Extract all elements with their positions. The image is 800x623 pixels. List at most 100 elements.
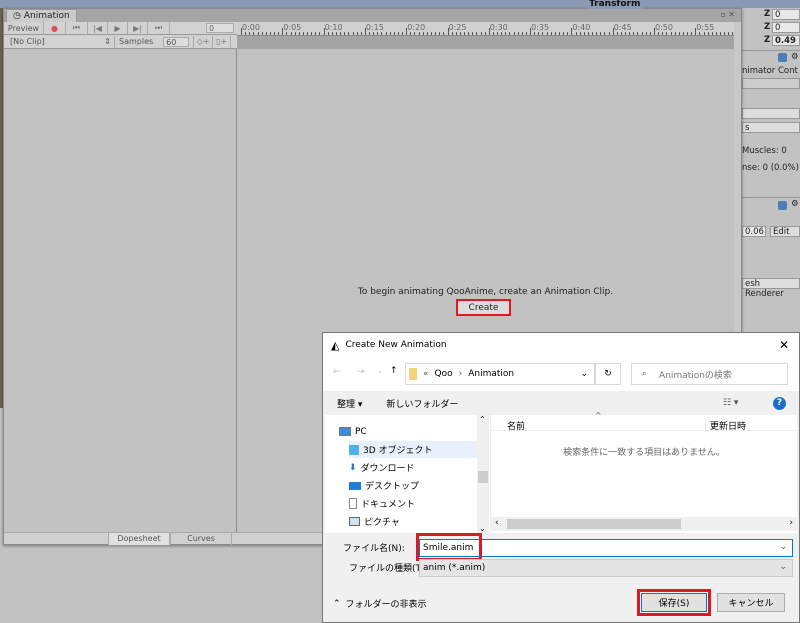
tree-item-documents[interactable]: ドキュメント	[349, 495, 415, 512]
cancel-button[interactable]: キャンセル	[717, 593, 785, 612]
settings-icon[interactable]: ⚙	[791, 52, 799, 62]
chevron-down-icon[interactable]: ⌄	[580, 369, 588, 379]
tree-item-pictures[interactable]: ピクチャ	[349, 513, 400, 530]
tree-item-downloads[interactable]: ⬇ ダウンロード	[349, 459, 415, 476]
ruler-tick-mark	[728, 32, 730, 35]
address-bar[interactable]: « Qoo › Animation ⌄	[405, 363, 595, 385]
play-button[interactable]: ▶	[108, 22, 128, 34]
edit-button[interactable]: Edit	[770, 226, 800, 237]
recent-dropdown-icon[interactable]: ⌄	[377, 367, 383, 375]
create-clip-button[interactable]: Create	[456, 299, 511, 316]
timeline-ruler[interactable]: 0:00 0:05 0:10 0:15 0:20 0:25 0:30 0:35 0:40 0:45…	[237, 22, 734, 36]
tree-item-3d-objects[interactable]: 3D オブジェクト	[349, 441, 477, 458]
mesh-renderer-header[interactable]: esh Renderer	[742, 278, 800, 299]
next-keyframe-button[interactable]: ▶|	[128, 22, 148, 34]
scale-z-field[interactable]: 0.49	[772, 35, 800, 46]
up-icon[interactable]: ↑	[390, 366, 398, 376]
ruler-tick-mark	[323, 28, 325, 35]
back-icon[interactable]: ←	[333, 367, 341, 377]
last-keyframe-button[interactable]: ⏭	[148, 22, 170, 34]
ruler-tick-mark	[505, 32, 507, 35]
tab-curves[interactable]: Curves	[170, 533, 232, 545]
tree-item-pc[interactable]: PC	[339, 423, 367, 440]
samples-field[interactable]: 60	[163, 36, 190, 47]
ruler-tick-mark	[707, 32, 709, 35]
help-icon[interactable]	[778, 53, 787, 62]
ruler-tick-mark	[600, 32, 602, 35]
position-z-field[interactable]: 0	[772, 9, 800, 20]
forward-icon[interactable]: →	[357, 367, 365, 377]
frame-field[interactable]: 0	[206, 23, 234, 33]
help-icon[interactable]	[778, 201, 787, 210]
ruler-tick-mark	[344, 32, 346, 35]
ruler-tick-mark	[670, 32, 672, 35]
new-folder-button[interactable]: 新しいフォルダー	[386, 397, 458, 410]
search-input[interactable]: ⌕ Animationの検索	[631, 363, 788, 385]
prev-keyframe-button[interactable]: |◀	[88, 22, 108, 34]
ruler-tick-label: 0:00	[242, 23, 260, 32]
hscroll-thumb[interactable]	[507, 519, 681, 529]
ruler-tick-mark	[249, 32, 251, 35]
tab-dopesheet[interactable]: Dopesheet	[108, 533, 170, 545]
ruler-tick-mark	[468, 32, 470, 35]
rotation-z-field[interactable]: 0	[772, 22, 800, 33]
ruler-tick-mark	[443, 32, 445, 35]
scroll-right-icon: ›	[789, 518, 793, 528]
tree-scroll-thumb[interactable]	[478, 471, 488, 483]
ruler-tick-label: 0:40	[572, 23, 591, 32]
close-icon[interactable]: ✕	[728, 10, 735, 19]
value-field[interactable]: 0.06	[742, 226, 766, 237]
property-list-panel	[4, 49, 237, 532]
chevron-down-icon[interactable]: ⌄	[779, 562, 787, 572]
ruler-tick-mark	[682, 32, 684, 35]
tab-animation[interactable]: ◷ Animation	[6, 9, 77, 22]
column-name[interactable]: 名前	[507, 419, 525, 432]
maximize-icon[interactable]: ▫	[720, 10, 725, 19]
tree-item-desktop[interactable]: デスクトップ	[349, 477, 419, 494]
breadcrumb-overflow: «	[423, 369, 429, 379]
save-button[interactable]: 保存(S)	[641, 593, 707, 612]
breadcrumb-animation[interactable]: Animation	[468, 369, 514, 379]
ruler-tick-mark	[633, 32, 635, 35]
preview-button[interactable]: Preview	[4, 22, 44, 34]
ruler-tick-mark	[290, 32, 292, 35]
command-bar: 整理 ▾ 新しいフォルダー ☷ ▾ ?	[323, 391, 799, 415]
file-list-hscrollbar[interactable]: ‹ ›	[491, 517, 797, 531]
ruler-tick-mark	[340, 32, 342, 35]
dialog-title: Create New Animation	[345, 340, 447, 350]
clip-select[interactable]: [No Clip] ⇕	[7, 35, 115, 48]
close-icon[interactable]: ✕	[779, 338, 789, 352]
view-options-icon[interactable]: ☷ ▾	[723, 398, 738, 408]
first-keyframe-button[interactable]: ⏮	[66, 22, 88, 34]
ruler-tick-mark	[261, 32, 263, 35]
ruler-tick-mark	[691, 32, 693, 35]
avatar-field[interactable]	[742, 108, 800, 119]
filetype-select[interactable]: anim (*.anim) ⌄	[419, 559, 793, 577]
ruler-tick-mark	[476, 32, 478, 35]
tree-scrollbar[interactable]: ⌃ ⌄	[477, 415, 489, 533]
ruler-tick-mark	[352, 32, 354, 35]
scroll-down-icon: ⌄	[479, 524, 486, 533]
add-event-button[interactable]: ▯+	[213, 35, 232, 48]
chevron-down-icon[interactable]: ⌄	[779, 542, 787, 552]
refresh-button[interactable]: ↻	[595, 363, 621, 385]
ruler-tick-mark	[348, 32, 350, 35]
ruler-tick-mark	[480, 32, 482, 35]
record-button[interactable]: ●	[44, 22, 66, 34]
column-date[interactable]: 更新日時	[705, 419, 746, 432]
organize-button[interactable]: 整理 ▾	[337, 397, 362, 410]
ruler-tick-label: 0:10	[324, 23, 343, 32]
document-icon	[349, 498, 357, 509]
add-keyframe-button[interactable]: ◇+	[193, 35, 214, 48]
ruler-tick-mark	[583, 32, 585, 35]
help-icon[interactable]: ?	[773, 396, 786, 410]
settings-icon[interactable]: ⚙	[791, 199, 799, 209]
tab-strip: ◷ Animation ▫ ✕	[4, 9, 741, 22]
chevron-up-icon: ⌃	[333, 598, 341, 609]
culling-field[interactable]: s	[742, 122, 800, 133]
ruler-tick-mark	[695, 28, 697, 35]
ruler-tick-mark	[641, 32, 643, 35]
hide-folders-toggle[interactable]: ⌃ フォルダーの非表示	[333, 597, 427, 611]
controller-field[interactable]	[742, 78, 800, 89]
breadcrumb-qoo[interactable]: Qoo	[435, 369, 453, 379]
